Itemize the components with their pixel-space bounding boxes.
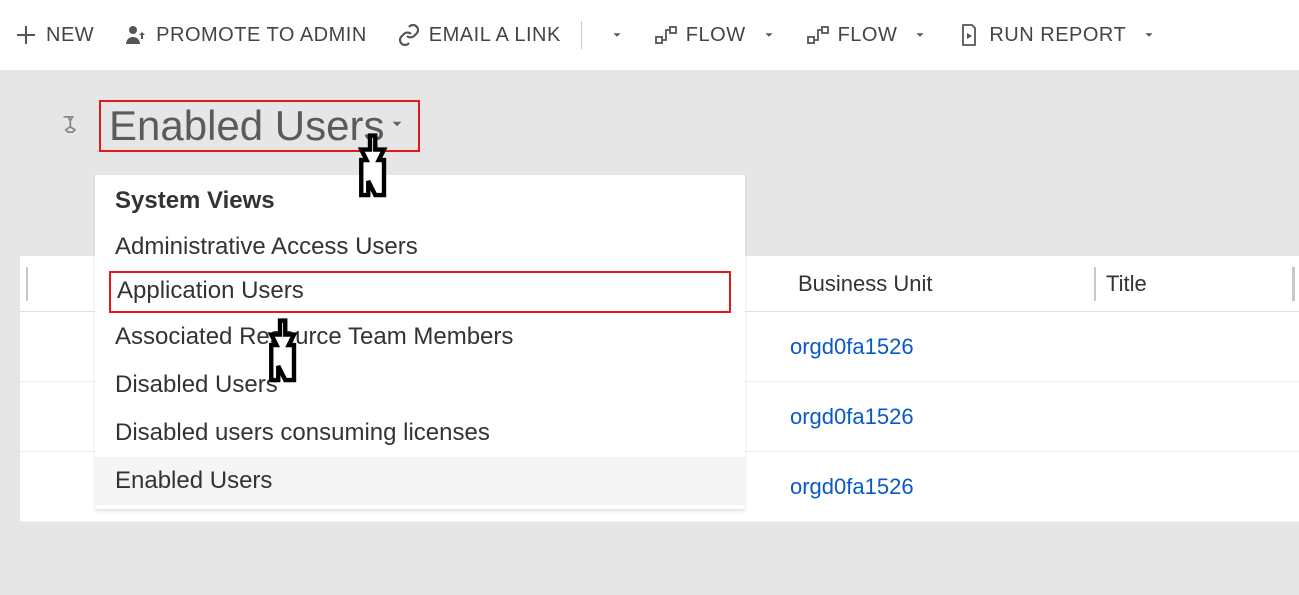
email-label: EMAIL A LINK xyxy=(429,24,561,47)
caret-down-icon xyxy=(913,28,927,42)
flow-label-2: FLOW xyxy=(838,24,898,47)
dropdown-section-header: System Views xyxy=(95,181,745,223)
view-option[interactable]: Administrative Access Users xyxy=(95,223,745,271)
cell-business-unit[interactable]: orgd0fa1526 xyxy=(790,404,914,430)
email-link-button[interactable]: EMAIL A LINK xyxy=(397,23,561,47)
plus-icon xyxy=(14,23,38,47)
run-label: RUN REPORT xyxy=(989,24,1126,47)
caret-down-icon xyxy=(1142,28,1156,42)
column-separator[interactable] xyxy=(1292,267,1295,301)
link-icon xyxy=(397,23,421,47)
column-header-title[interactable]: Title xyxy=(1106,271,1266,297)
view-heading-row: Enabled Users xyxy=(55,100,1299,152)
caret-down-icon xyxy=(762,28,776,42)
cell-business-unit[interactable]: orgd0fa1526 xyxy=(790,474,914,500)
view-option[interactable]: Disabled users consuming licenses xyxy=(95,409,745,457)
separator xyxy=(581,21,582,49)
cell-business-unit[interactable]: orgd0fa1526 xyxy=(790,334,914,360)
report-icon xyxy=(957,23,981,47)
new-label: NEW xyxy=(46,24,94,47)
flow-button-2[interactable]: FLOW xyxy=(806,23,928,47)
chevron-down-icon xyxy=(388,115,406,138)
caret-down-icon xyxy=(610,28,624,42)
flow-icon xyxy=(654,23,678,47)
flow-button-1[interactable]: FLOW xyxy=(654,23,776,47)
command-bar: NEW PROMOTE TO ADMIN EMAIL A LINK FLOW F… xyxy=(0,0,1299,70)
content-area: Enabled Users Business Unit Title orgd0f… xyxy=(0,70,1299,595)
column-separator[interactable] xyxy=(1094,267,1096,301)
view-option[interactable]: Disabled Users xyxy=(95,361,745,409)
email-link-dropdown[interactable] xyxy=(602,28,624,42)
promote-label: PROMOTE TO ADMIN xyxy=(156,24,367,47)
column-header-bu[interactable]: Business Unit xyxy=(798,271,1088,297)
view-dropdown: System Views Administrative Access Users… xyxy=(95,175,745,509)
view-option-enabled-users[interactable]: Enabled Users xyxy=(95,457,745,505)
view-option[interactable]: Associated Resource Team Members xyxy=(95,313,745,361)
new-button[interactable]: NEW xyxy=(14,23,94,47)
view-option-application-users[interactable]: Application Users xyxy=(109,271,731,313)
column-separator[interactable] xyxy=(26,267,28,301)
view-selector[interactable]: Enabled Users xyxy=(99,100,420,152)
run-report-button[interactable]: RUN REPORT xyxy=(957,23,1156,47)
view-title: Enabled Users xyxy=(109,102,384,150)
flow-icon xyxy=(806,23,830,47)
promote-button[interactable]: PROMOTE TO ADMIN xyxy=(124,23,367,47)
user-promote-icon xyxy=(124,23,148,47)
flow-label-1: FLOW xyxy=(686,24,746,47)
pin-icon[interactable] xyxy=(55,113,81,139)
